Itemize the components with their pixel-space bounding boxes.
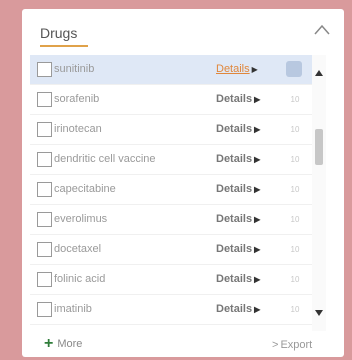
chevron-right-icon: > bbox=[272, 339, 279, 351]
caret-right-icon: ▶ bbox=[254, 95, 261, 104]
more-label: More bbox=[57, 338, 83, 350]
drug-row[interactable]: docetaxel Details ▶ 10 bbox=[30, 235, 312, 265]
scroll-down-arrow[interactable] bbox=[314, 305, 324, 316]
details-link[interactable]: Details ▶ bbox=[216, 123, 260, 135]
details-label: Details bbox=[216, 93, 253, 105]
count-badge: 18 bbox=[286, 61, 302, 77]
drug-checkbox[interactable] bbox=[37, 152, 52, 167]
drug-row[interactable]: irinotecan Details ▶ 10 bbox=[30, 115, 312, 145]
scroll-thumb[interactable] bbox=[315, 129, 323, 165]
drug-name: capecitabine bbox=[54, 183, 116, 195]
details-link[interactable]: Details ▶ bbox=[216, 153, 260, 165]
drug-name: irinotecan bbox=[54, 123, 102, 135]
details-link[interactable]: Details ▶ bbox=[216, 183, 260, 195]
triangle-up-icon bbox=[315, 70, 323, 76]
details-label: Details bbox=[216, 63, 250, 75]
details-label: Details bbox=[216, 303, 253, 315]
drug-checkbox[interactable] bbox=[37, 212, 52, 227]
drug-name: sunitinib bbox=[54, 63, 95, 75]
details-label: Details bbox=[216, 213, 253, 225]
details-link[interactable]: Details ▶ bbox=[216, 213, 260, 225]
plus-icon: + bbox=[44, 335, 54, 352]
drug-checkbox[interactable] bbox=[37, 122, 52, 137]
drug-row[interactable]: folinic acid Details ▶ 10 bbox=[30, 265, 312, 295]
drugs-panel: Drugs sunitinib Details ▶ 18 sorafenib Detail… bbox=[22, 9, 344, 357]
drug-name: imatinib bbox=[54, 303, 92, 315]
details-link[interactable]: Details ▶ bbox=[216, 273, 260, 285]
details-label: Details bbox=[216, 243, 253, 255]
caret-right-icon: ▶ bbox=[254, 155, 261, 164]
details-label: Details bbox=[216, 273, 253, 285]
details-link[interactable]: Details ▶ bbox=[216, 243, 260, 255]
caret-right-icon: ▶ bbox=[254, 215, 261, 224]
caret-right-icon: ▶ bbox=[251, 65, 258, 74]
scrollbar[interactable] bbox=[312, 55, 326, 331]
drug-checkbox[interactable] bbox=[37, 182, 52, 197]
title-underline bbox=[40, 45, 88, 47]
count-badge: 10 bbox=[290, 185, 300, 194]
count-badge: 10 bbox=[290, 305, 300, 314]
drug-list: sunitinib Details ▶ 18 sorafenib Details ▶ 10 ir… bbox=[30, 55, 324, 331]
drug-row[interactable]: sorafenib Details ▶ 10 bbox=[30, 85, 312, 115]
details-label: Details bbox=[216, 123, 253, 135]
drug-row[interactable]: capecitabine Details ▶ 10 bbox=[30, 175, 312, 205]
panel-footer: + More > Export bbox=[22, 333, 344, 357]
caret-right-icon: ▶ bbox=[254, 275, 261, 284]
caret-right-icon: ▶ bbox=[254, 185, 261, 194]
drug-row[interactable]: imatinib Details ▶ 10 bbox=[30, 295, 312, 325]
count-badge: 10 bbox=[290, 95, 300, 104]
drug-name: everolimus bbox=[54, 213, 108, 225]
count-badge: 10 bbox=[290, 245, 300, 254]
count-badge: 10 bbox=[290, 125, 300, 134]
drug-name: folinic acid bbox=[54, 273, 106, 285]
drug-name: dendritic cell vaccine bbox=[54, 153, 156, 165]
caret-right-icon: ▶ bbox=[254, 305, 261, 314]
details-label: Details bbox=[216, 183, 253, 195]
drug-checkbox[interactable] bbox=[37, 272, 52, 287]
panel-title: Drugs bbox=[40, 25, 78, 41]
more-button[interactable]: + More bbox=[44, 336, 82, 352]
drug-checkbox[interactable] bbox=[37, 62, 52, 77]
chevron-up-icon bbox=[314, 24, 330, 35]
drug-row[interactable]: everolimus Details ▶ 10 bbox=[30, 205, 312, 235]
drug-name: docetaxel bbox=[54, 243, 102, 255]
scroll-up-arrow[interactable] bbox=[314, 65, 324, 76]
drug-row[interactable]: sunitinib Details ▶ 18 bbox=[30, 55, 312, 85]
details-link[interactable]: Details ▶ bbox=[216, 93, 260, 105]
caret-right-icon: ▶ bbox=[254, 125, 261, 134]
drug-checkbox[interactable] bbox=[37, 92, 52, 107]
caret-right-icon: ▶ bbox=[254, 245, 261, 254]
drug-checkbox[interactable] bbox=[37, 302, 52, 317]
drug-checkbox[interactable] bbox=[37, 242, 52, 257]
export-button[interactable]: > Export bbox=[272, 339, 312, 351]
details-link[interactable]: Details ▶ bbox=[216, 303, 260, 315]
drug-name: sorafenib bbox=[54, 93, 100, 105]
details-label: Details bbox=[216, 153, 253, 165]
panel-header: Drugs bbox=[22, 9, 344, 55]
details-link[interactable]: Details ▶ bbox=[216, 63, 258, 75]
count-badge: 10 bbox=[290, 215, 300, 224]
export-label: Export bbox=[280, 339, 313, 351]
collapse-button[interactable] bbox=[312, 23, 332, 37]
drug-row[interactable]: dendritic cell vaccine Details ▶ 10 bbox=[30, 145, 312, 175]
count-badge: 10 bbox=[290, 155, 300, 164]
triangle-down-icon bbox=[315, 310, 323, 316]
count-badge: 10 bbox=[290, 275, 300, 284]
